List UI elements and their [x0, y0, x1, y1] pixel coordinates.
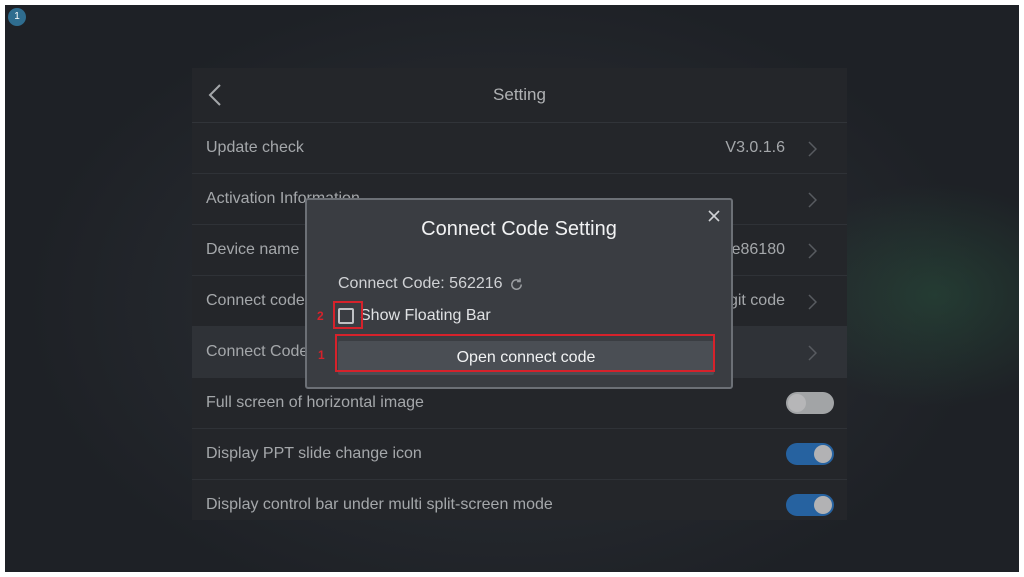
connect-code-text: Connect Code: 562216: [338, 275, 503, 292]
annotation-number-1: 1: [318, 348, 325, 362]
step-badge: 1: [8, 8, 26, 26]
annotation-number-2: 2: [317, 309, 324, 323]
connect-code-line: Connect Code: 562216: [338, 275, 524, 293]
refresh-icon[interactable]: [509, 277, 524, 292]
annotation-box-checkbox: [333, 301, 363, 329]
close-icon[interactable]: [708, 210, 720, 222]
screen: 1 Setting Update check V3.0.1.6 Activati…: [5, 5, 1019, 572]
dialog-title: Connect Code Setting: [421, 218, 617, 240]
floating-bar-label: Show Floating Bar: [360, 307, 491, 324]
annotation-box-open-button: [335, 334, 715, 372]
